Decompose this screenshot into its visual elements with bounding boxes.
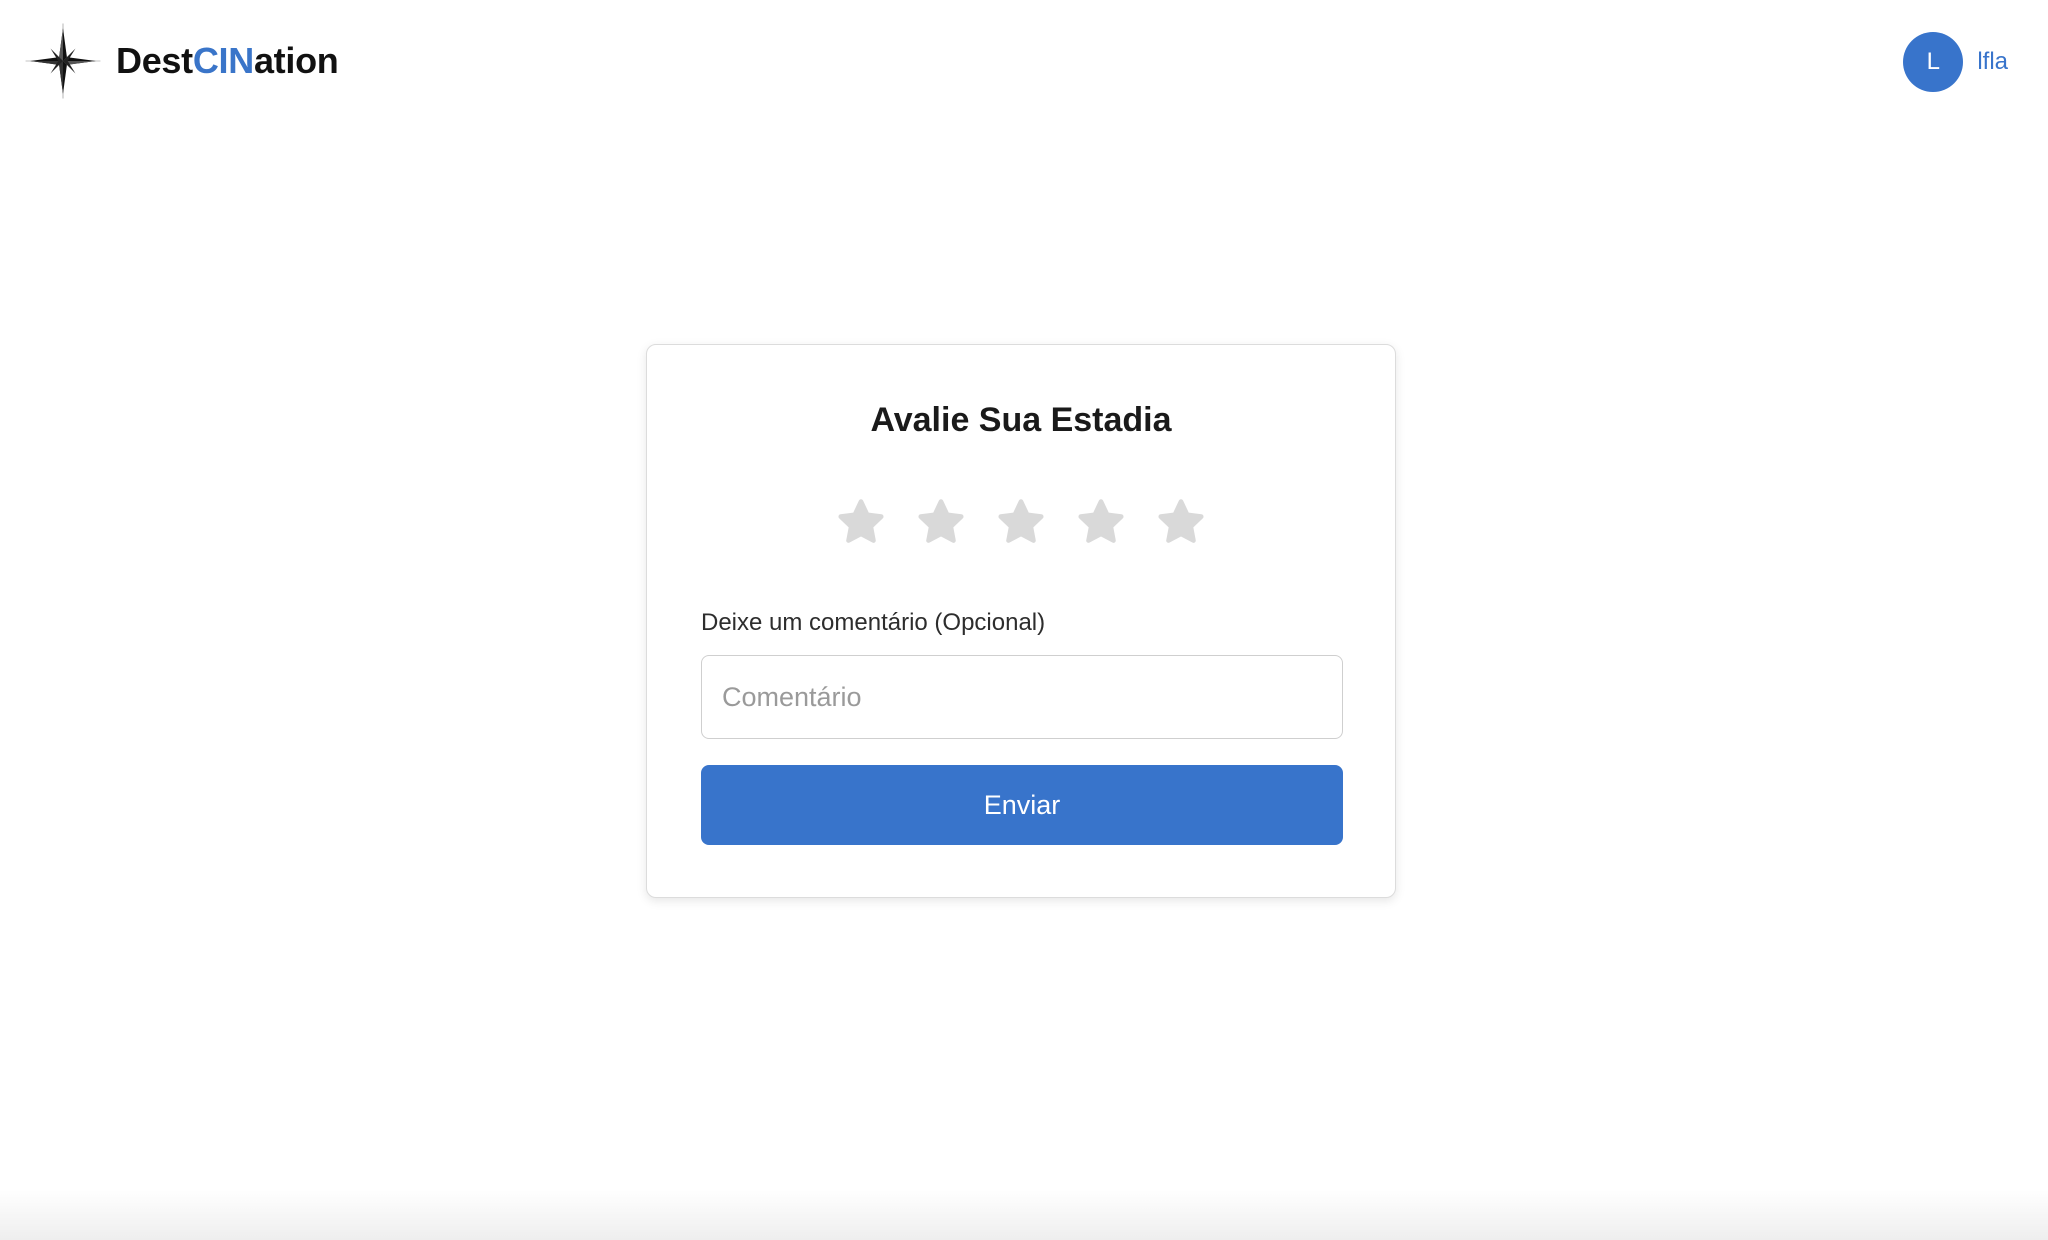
star-1-icon[interactable] [832,493,890,551]
card-title: Avalie Sua Estadia [870,401,1172,439]
brand-name-accent: CIN [192,40,254,81]
star-3-icon[interactable] [992,493,1050,551]
star-rating [647,493,1395,551]
avatar[interactable]: L [1903,32,1964,92]
user-name-link[interactable]: lfla [1977,48,2008,76]
bottom-shadow [0,1190,2048,1240]
top-header: DestCINation L lfla [0,0,2048,124]
compass-star-icon [25,23,101,99]
comment-input[interactable] [701,655,1343,739]
star-5-icon[interactable] [1152,493,1210,551]
brand-name: DestCINation [116,40,339,82]
rating-card: Avalie Sua Estadia Deixe um comentário (… [646,344,1396,898]
brand-name-part1: Dest [116,40,193,81]
user-menu[interactable]: L lfla [1903,32,2008,92]
brand-name-part2: ation [253,40,339,81]
submit-button[interactable]: Enviar [701,765,1343,845]
star-4-icon[interactable] [1072,493,1130,551]
logo-link[interactable]: DestCINation [24,22,339,100]
comment-label: Deixe um comentário (Opcional) [701,609,1046,636]
star-2-icon[interactable] [912,493,970,551]
